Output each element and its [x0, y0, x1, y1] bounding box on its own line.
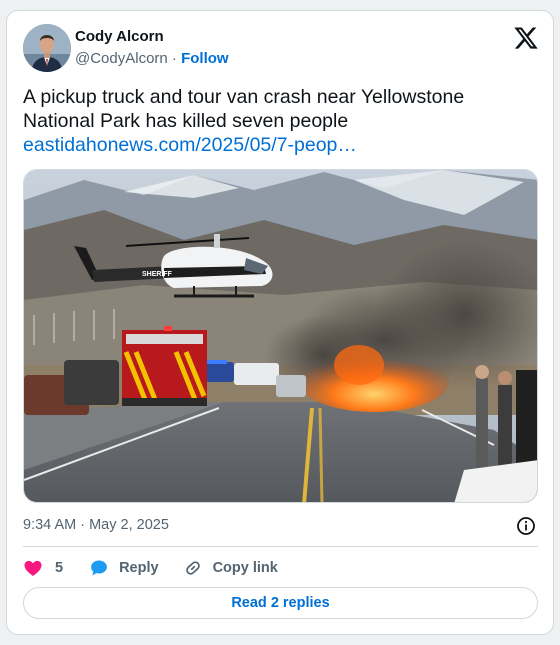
reply-label: Reply [119, 560, 159, 576]
heart-icon [23, 558, 43, 578]
separator: · [167, 50, 182, 67]
x-logo-icon[interactable] [513, 25, 539, 51]
divider [23, 546, 538, 547]
handle[interactable]: @CodyAlcorn [75, 50, 168, 67]
reply-button[interactable]: Reply [89, 558, 159, 578]
copy-link-button[interactable]: Copy link [183, 558, 278, 578]
tweet-card: Cody Alcorn @CodyAlcorn · Follow A picku… [6, 10, 554, 635]
link-icon [183, 558, 203, 578]
info-icon[interactable] [516, 516, 536, 536]
tweet-link[interactable]: eastidahonews.com/2025/05/7-peop… [23, 133, 357, 157]
read-replies-button[interactable]: Read 2 replies [23, 587, 538, 619]
helicopter-marking: SHERIFF [142, 271, 173, 278]
avatar[interactable] [23, 24, 71, 72]
tweet-text: A pickup truck and tour van crash near Y… [23, 86, 465, 132]
tweet-media[interactable]: SHERIFF [23, 169, 538, 503]
crash-scene-photo: SHERIFF [24, 170, 537, 502]
handle-line: @CodyAlcorn · Follow [75, 50, 229, 67]
like-button[interactable]: 5 [23, 558, 63, 578]
copy-link-label: Copy link [212, 560, 278, 576]
display-name[interactable]: Cody Alcorn [75, 28, 164, 45]
action-bar: 5 Reply Copy link [23, 556, 278, 580]
timestamp[interactable]: 9:34 AM · May 2, 2025 [23, 517, 169, 533]
like-count: 5 [55, 560, 64, 576]
follow-button[interactable]: Follow [181, 50, 229, 67]
speech-bubble-icon [89, 558, 109, 578]
